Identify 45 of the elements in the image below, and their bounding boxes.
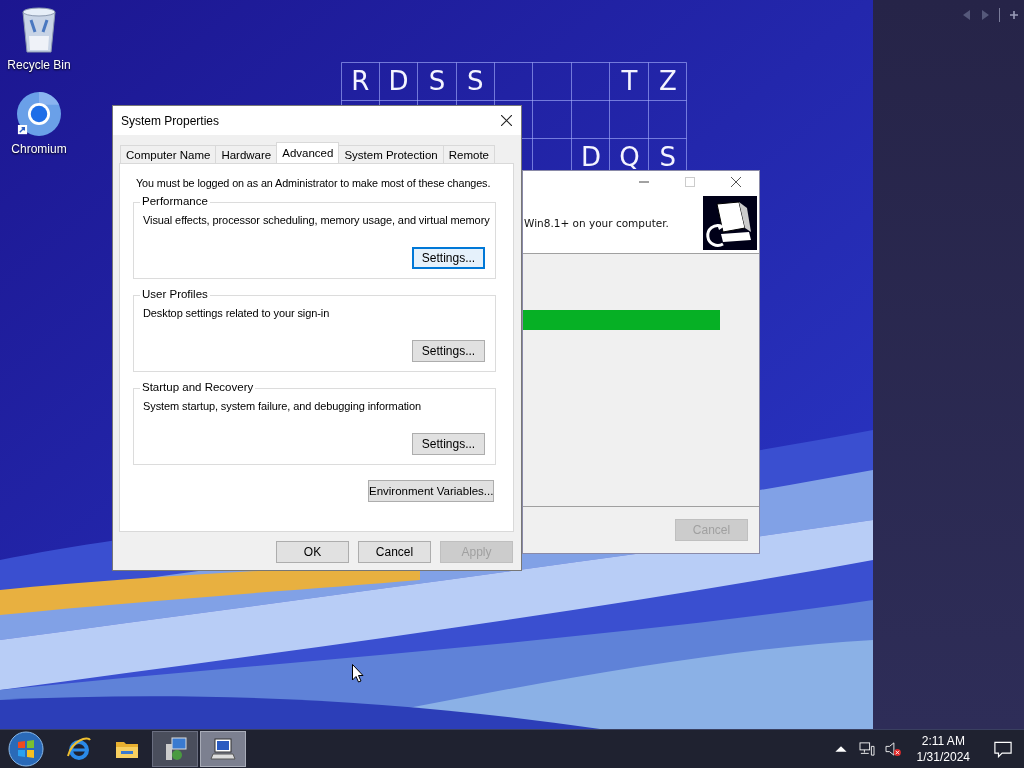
group-title: User Profiles	[140, 288, 210, 300]
installer-header-text: Win8.1+ on your computer.	[524, 217, 669, 229]
tab[interactable]: Advanced	[276, 142, 340, 163]
tab[interactable]: System Protection	[338, 145, 444, 163]
settings-button[interactable]: Settings...	[412, 340, 485, 362]
computer-setup-icon	[210, 736, 236, 762]
dialog-button[interactable]: OK	[276, 541, 349, 563]
close-icon[interactable]	[731, 177, 741, 187]
settings-button[interactable]: Settings...	[412, 433, 485, 455]
admin-notice: You must be logged on as an Administrator to make most of these changes.	[135, 177, 491, 189]
notification-icon[interactable]	[994, 740, 1012, 758]
grid-letter: R	[351, 66, 370, 96]
tab[interactable]: Remote	[442, 145, 495, 163]
grid-letter: Z	[658, 66, 677, 96]
environment-variables-button[interactable]: Environment Variables...	[368, 480, 494, 502]
window-title: System Properties	[121, 113, 220, 128]
grid-letter: D	[388, 66, 409, 96]
grid-letter: Q	[619, 142, 640, 172]
close-icon[interactable]	[501, 115, 512, 126]
desktop-icon-label[interactable]: Recycle Bin	[7, 58, 71, 72]
taskbar-button[interactable]	[152, 731, 198, 767]
group-description: Visual effects, processor scheduling, memory usage, and virtual memory	[143, 214, 490, 226]
chromium-icon[interactable]	[17, 90, 61, 138]
group-title: Startup and Recovery	[140, 381, 256, 393]
clock-date[interactable]: 1/31/2024	[916, 749, 970, 765]
clock-time[interactable]: 2:11 AM	[921, 733, 965, 749]
tab[interactable]: Computer Name	[120, 145, 217, 163]
grid-letter: S	[428, 66, 446, 96]
group-description: Desktop settings related to your sign-in	[143, 307, 330, 319]
start-button[interactable]	[8, 731, 44, 767]
cursor-icon	[352, 664, 364, 683]
grid-letter: D	[581, 142, 602, 172]
grid-letter: T	[621, 66, 638, 96]
browser-icon	[66, 736, 92, 762]
desktop-icon-label[interactable]: Chromium	[11, 142, 67, 156]
group-description: System startup, system failure, and debugging information	[143, 400, 421, 412]
grid-letter: S	[467, 66, 484, 96]
grid-letter: S	[659, 142, 677, 172]
dialog-button[interactable]: Cancel	[358, 541, 431, 563]
plus-icon[interactable]	[1010, 10, 1018, 20]
network-icon[interactable]	[858, 742, 875, 756]
group-title: Performance	[140, 195, 210, 207]
volume-icon[interactable]	[884, 742, 901, 756]
taskbar-button[interactable]	[200, 731, 246, 767]
settings-button[interactable]: Settings...	[412, 247, 485, 269]
